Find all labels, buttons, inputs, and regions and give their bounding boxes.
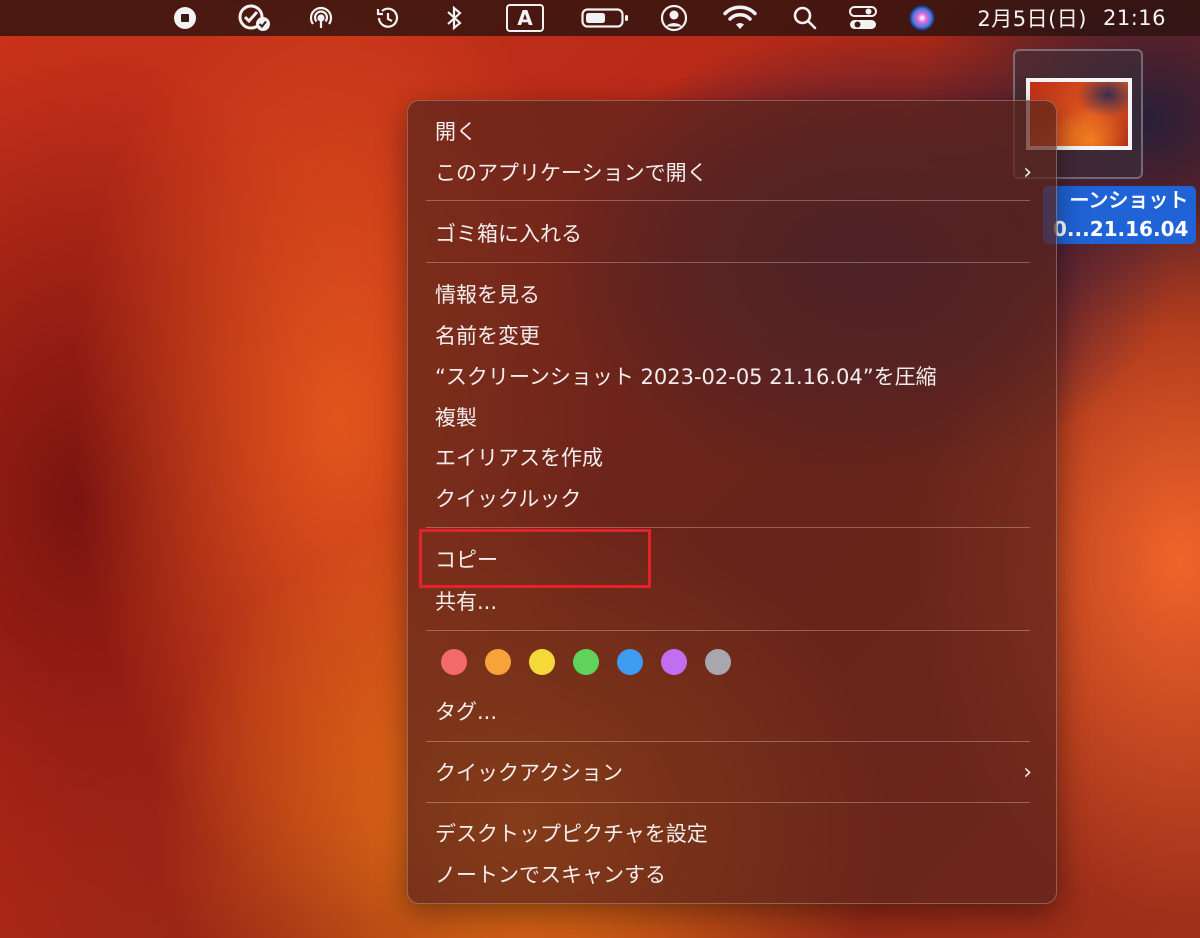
menu-item-tags[interactable]: タグ... bbox=[435, 693, 1036, 729]
tag-orange-dot[interactable] bbox=[485, 649, 511, 675]
menubar-time: 21:16 bbox=[1102, 6, 1166, 30]
bluetooth-icon[interactable] bbox=[441, 0, 467, 36]
menu-item-label: クイックアクション bbox=[435, 761, 623, 785]
menu-item-quick-look[interactable]: クイックルック bbox=[435, 480, 1036, 516]
stop-record-icon[interactable] bbox=[170, 0, 200, 36]
desktop: A 2月5日(日) 21:16 ーンショット 0...21.16.04 開く こ… bbox=[0, 0, 1200, 938]
menu-item-share[interactable]: 共有... bbox=[435, 583, 1036, 619]
menu-item-label: 開く bbox=[435, 120, 477, 144]
user-icon[interactable] bbox=[659, 0, 689, 36]
menu-item-label: “スクリーンショット 2023-02-05 21.16.04”を圧縮 bbox=[435, 365, 937, 389]
menu-separator bbox=[426, 200, 1030, 201]
menu-item-norton-scan[interactable]: ノートンでスキャンする bbox=[435, 856, 1036, 892]
siri-icon[interactable] bbox=[907, 0, 937, 36]
menu-item-label: デスクトップピクチャを設定 bbox=[435, 822, 708, 846]
input-source-icon[interactable]: A bbox=[504, 0, 546, 36]
copy-highlight-annotation bbox=[419, 529, 651, 588]
menu-item-open[interactable]: 開く bbox=[435, 113, 1036, 149]
context-menu: 開く このアプリケーションで開く › ゴミ箱に入れる 情報を見る 名前を変更 “… bbox=[407, 100, 1057, 904]
menu-item-label: タグ... bbox=[435, 700, 498, 724]
control-center-icon[interactable] bbox=[848, 0, 878, 36]
tag-gray-dot[interactable] bbox=[705, 649, 731, 675]
menu-item-label: 情報を見る bbox=[435, 283, 540, 307]
menu-item-open-with[interactable]: このアプリケーションで開く › bbox=[435, 154, 1036, 190]
time-machine-icon[interactable] bbox=[373, 0, 403, 36]
menu-item-label: 共有... bbox=[435, 590, 498, 614]
menu-item-label: ゴミ箱に入れる bbox=[435, 222, 582, 246]
tag-red-dot[interactable] bbox=[441, 649, 467, 675]
menu-separator bbox=[426, 741, 1030, 742]
menubar-date: 2月5日(日) bbox=[977, 7, 1087, 31]
menu-item-duplicate[interactable]: 複製 bbox=[435, 399, 1036, 435]
menu-item-quick-actions[interactable]: クイックアクション › bbox=[435, 754, 1036, 790]
menu-item-get-info[interactable]: 情報を見る bbox=[435, 276, 1036, 312]
chevron-right-icon: › bbox=[1023, 159, 1032, 185]
spotlight-search-icon[interactable] bbox=[791, 0, 819, 36]
menu-item-label: 複製 bbox=[435, 406, 477, 430]
menu-separator bbox=[426, 630, 1030, 631]
menu-separator bbox=[426, 527, 1030, 528]
menu-item-label: このアプリケーションで開く bbox=[435, 161, 708, 185]
menu-item-rename[interactable]: 名前を変更 bbox=[435, 317, 1036, 353]
tag-yellow-dot[interactable] bbox=[529, 649, 555, 675]
menu-item-compress[interactable]: “スクリーンショット 2023-02-05 21.16.04”を圧縮 bbox=[435, 358, 1036, 394]
menu-item-move-to-trash[interactable]: ゴミ箱に入れる bbox=[435, 215, 1036, 251]
tag-purple-dot[interactable] bbox=[661, 649, 687, 675]
tag-color-row bbox=[441, 649, 731, 675]
menu-item-make-alias[interactable]: エイリアスを作成 bbox=[435, 439, 1036, 475]
menu-item-label: エイリアスを作成 bbox=[435, 446, 603, 470]
menu-separator bbox=[426, 802, 1030, 803]
file-name-line1: ーンショット bbox=[1069, 188, 1189, 212]
menu-separator bbox=[426, 262, 1030, 263]
desktop-file-name[interactable]: ーンショット 0...21.16.04 bbox=[1043, 186, 1197, 244]
wifi-icon[interactable] bbox=[722, 0, 758, 36]
check-badge-icon[interactable] bbox=[236, 0, 274, 36]
input-source-label: A bbox=[506, 4, 544, 32]
tag-blue-dot[interactable] bbox=[617, 649, 643, 675]
menu-item-label: 名前を変更 bbox=[435, 324, 540, 348]
menu-item-set-desktop-picture[interactable]: デスクトップピクチャを設定 bbox=[435, 815, 1036, 851]
airdrop-icon[interactable] bbox=[306, 0, 336, 36]
tag-green-dot[interactable] bbox=[573, 649, 599, 675]
menu-item-label: クイックルック bbox=[435, 487, 582, 511]
chevron-right-icon: › bbox=[1023, 759, 1032, 785]
file-name-line2: 0...21.16.04 bbox=[1053, 217, 1189, 241]
menu-bar: A 2月5日(日) 21:16 bbox=[0, 0, 1200, 36]
menu-item-label: ノートンでスキャンする bbox=[435, 863, 666, 887]
menubar-clock[interactable]: 2月5日(日) 21:16 bbox=[977, 0, 1166, 36]
battery-icon[interactable] bbox=[580, 0, 630, 36]
